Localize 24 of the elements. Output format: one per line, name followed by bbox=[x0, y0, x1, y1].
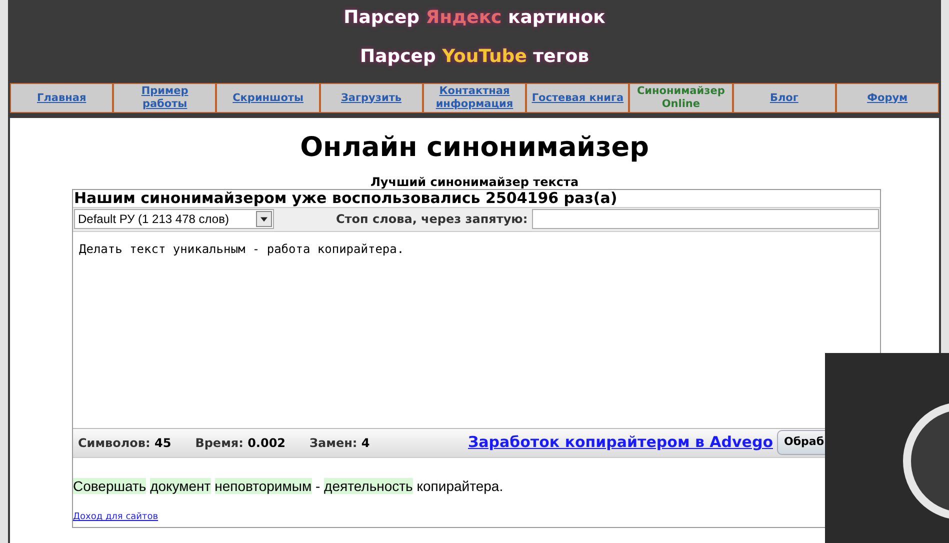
nav-link[interactable]: Загрузить bbox=[320, 83, 423, 113]
nav-link[interactable]: Пример работы bbox=[113, 83, 216, 113]
advego-link[interactable]: Заработок копирайтером в Advego bbox=[468, 431, 773, 454]
header-title: Парсер YouTube тегов bbox=[360, 45, 589, 69]
subtitle: Лучший синонимайзер текста bbox=[370, 174, 579, 188]
input-text[interactable]: Делать текст уникальным - работа копирайтера. bbox=[79, 242, 404, 256]
stat-text: Замен: 4 bbox=[310, 434, 370, 452]
stat-text: Символов: 45 bbox=[78, 434, 172, 452]
nav-link[interactable]: Форум bbox=[836, 83, 939, 113]
header-title: Парсер Яндекс картинок bbox=[344, 6, 606, 30]
stopwords-field[interactable] bbox=[532, 209, 879, 229]
stat-text: Время: 0.002 bbox=[195, 434, 286, 452]
nav-link[interactable]: Синонимайзер Online bbox=[629, 83, 733, 113]
income-link[interactable]: Доход для сайтов bbox=[73, 511, 158, 524]
nav-link[interactable]: Скриншоты bbox=[216, 83, 320, 113]
nav-link[interactable]: Гостевая книга bbox=[526, 83, 630, 113]
usage-counter: Нашим синонимайзером уже воспользовались 2504196 раз(а) bbox=[73, 190, 618, 206]
nav-link[interactable]: Блог bbox=[732, 83, 836, 113]
dictionary-select[interactable]: Default РУ (1 213 478 слов) bbox=[74, 209, 274, 229]
result-text: Совершать документ неповторимым - деятельность копирайтера. bbox=[73, 478, 504, 494]
page-title: Онлайн синонимайзер bbox=[300, 131, 649, 165]
nav-link[interactable]: Главная bbox=[10, 83, 114, 113]
stopwords-label: Стоп слова, через запятую: bbox=[336, 211, 528, 228]
nav-link[interactable]: Контактная информация bbox=[422, 83, 526, 113]
